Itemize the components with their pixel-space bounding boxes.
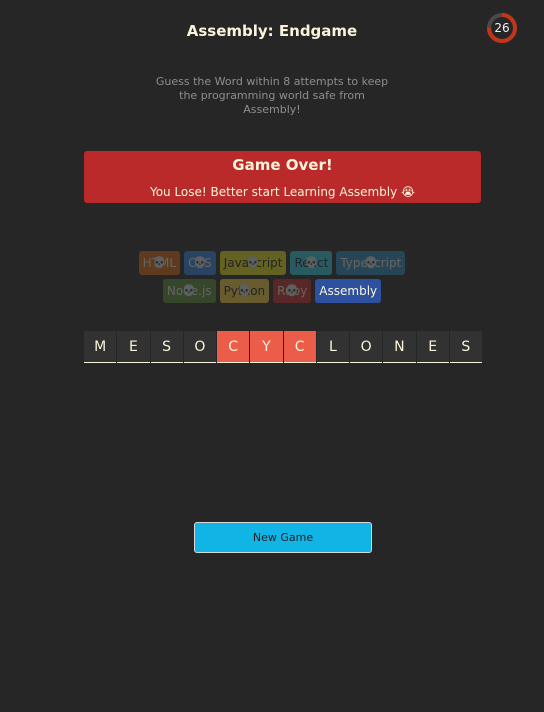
word-display: MESOCYCLONES <box>84 331 482 363</box>
word-letter: N <box>383 331 416 363</box>
skull-icon: 💀 <box>237 284 252 297</box>
skull-icon: 💀 <box>182 284 197 297</box>
skull-icon: 💀 <box>285 284 300 297</box>
countdown-timer: 26 <box>486 12 518 44</box>
language-chip: Python 💀 <box>219 279 270 303</box>
language-chips: HTML 💀 CSS 💀 Javascript 💀 React 💀 Typescript 💀 Nod… <box>0 251 544 303</box>
language-chip: Ruby 💀 <box>273 279 312 303</box>
timer-value: 26 <box>494 21 510 35</box>
word-letter: E <box>117 331 150 363</box>
skull-icon: 💀 <box>246 256 260 269</box>
word-letter: C <box>217 331 250 363</box>
status-message: You Lose! Better start Learning Assembly… <box>149 185 416 199</box>
word-letter: L <box>316 331 349 363</box>
word-letter: S <box>150 331 183 363</box>
skull-icon: 💀 <box>193 256 207 269</box>
language-chip: HTML 💀 <box>138 251 181 275</box>
language-chip: Typescript 💀 <box>336 251 406 275</box>
language-chip: Node.js 💀 <box>162 279 216 303</box>
word-letter: S <box>449 331 482 363</box>
game-status-banner: Game Over! You Lose! Better start Learni… <box>84 151 481 203</box>
word-letter: O <box>183 331 216 363</box>
word-letter: M <box>84 331 117 363</box>
word-letter: C <box>283 331 316 363</box>
new-game-button[interactable]: New Game <box>194 522 372 553</box>
skull-icon: 💀 <box>304 256 319 269</box>
language-chip: Javascript 💀 <box>219 251 287 275</box>
status-title: Game Over! <box>232 156 333 174</box>
page-title: Assembly: Endgame <box>186 22 358 40</box>
word-letter: E <box>416 331 449 363</box>
language-chip-label: Assembly <box>319 284 378 298</box>
skull-icon: 💀 <box>152 256 167 269</box>
word-letter: Y <box>250 331 283 363</box>
language-chip: Assembly <box>315 279 382 303</box>
word-letter: O <box>350 331 383 363</box>
instructions: Guess the Word within 8 attempts to keep… <box>155 75 389 116</box>
skull-icon: 💀 <box>363 256 378 269</box>
language-chip: CSS 💀 <box>184 251 216 275</box>
language-chip: React 💀 <box>290 251 333 275</box>
